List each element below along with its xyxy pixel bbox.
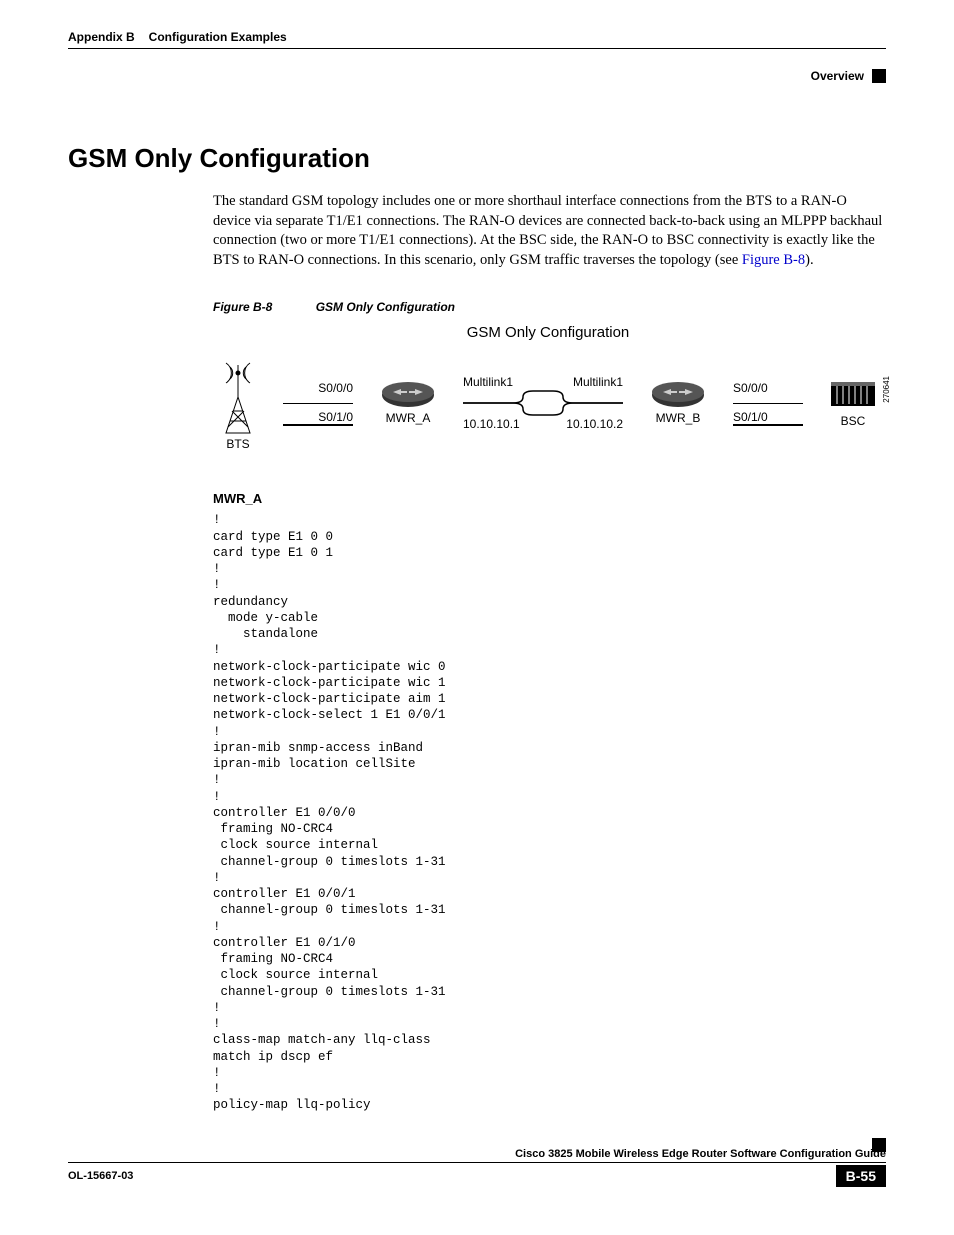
label-ip-left: 10.10.10.1: [463, 417, 520, 431]
bts-node: BTS: [213, 355, 263, 451]
router-icon: [651, 381, 705, 409]
figure-reference-link[interactable]: Figure B-8: [742, 252, 805, 268]
intro-paragraph: The standard GSM topology includes one o…: [213, 192, 886, 270]
router-a-node: MWR_A: [373, 381, 443, 425]
label-multilink-left: Multilink1: [463, 375, 513, 389]
bsc-node: BSC: [823, 378, 883, 428]
header-chapter: Configuration Examples: [149, 30, 287, 44]
header-marker-icon: [872, 69, 886, 83]
figure-caption: Figure B-8 GSM Only Configuration: [213, 300, 886, 314]
connection-line: [733, 403, 803, 405]
connection-line: [733, 424, 803, 426]
header-appendix: Appendix B: [68, 30, 135, 44]
router-icon: [381, 381, 435, 409]
config-heading: MWR_A: [213, 491, 886, 506]
footer-marker-icon: [872, 1138, 886, 1152]
header-section: Overview: [811, 69, 864, 83]
figure-title: GSM Only Configuration: [316, 300, 455, 314]
bsc-label: BSC: [841, 414, 866, 428]
label-s000-left: S0/0/0: [283, 381, 353, 395]
router-b-label: MWR_B: [656, 411, 701, 425]
label-ip-right: 10.10.10.2: [566, 417, 623, 431]
diagram-title: GSM Only Configuration: [213, 324, 883, 341]
bts-label: BTS: [226, 437, 249, 451]
footer-doc-id: OL-15667-03: [68, 1170, 133, 1182]
topology-diagram: GSM Only Configuration 270641: [213, 324, 883, 451]
config-code-block: ! card type E1 0 0 card type E1 0 1 ! ! …: [213, 512, 886, 1113]
footer-page-number: B-55: [836, 1165, 886, 1187]
label-s010-left: S0/1/0: [283, 410, 353, 424]
bsc-switch-icon: [829, 378, 877, 412]
bts-tower-icon: [220, 355, 256, 435]
paragraph-text-end: ).: [805, 252, 813, 268]
page-footer: Cisco 3825 Mobile Wireless Edge Router S…: [68, 1144, 886, 1187]
backhaul-link-icon: [463, 389, 623, 417]
connection-line: [283, 403, 353, 405]
router-a-label: MWR_A: [386, 411, 431, 425]
router-b-node: MWR_B: [643, 381, 713, 425]
connection-line: [283, 424, 353, 426]
figure-label: Figure B-8: [213, 300, 272, 314]
label-s000-right: S0/0/0: [733, 381, 768, 395]
label-s010-right: S0/1/0: [733, 410, 768, 424]
footer-guide-title: Cisco 3825 Mobile Wireless Edge Router S…: [68, 1148, 886, 1163]
diagram-id: 270641: [882, 376, 891, 403]
label-multilink-right: Multilink1: [573, 375, 623, 389]
page-title: GSM Only Configuration: [68, 143, 886, 174]
page-header: Appendix B Configuration Examples: [68, 30, 886, 49]
